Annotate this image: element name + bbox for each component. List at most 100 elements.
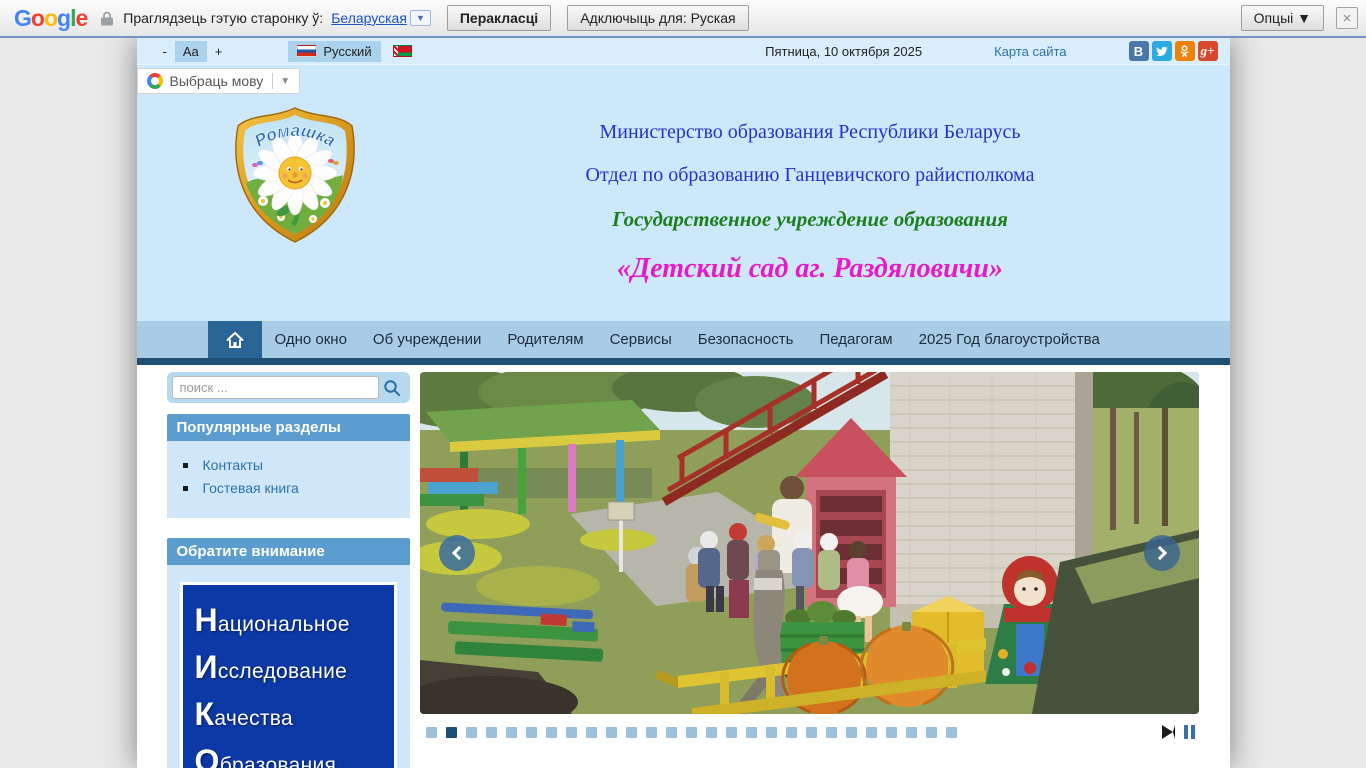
carousel-dot[interactable] xyxy=(765,726,777,738)
carousel-dot[interactable] xyxy=(745,726,757,738)
google-plus-icon[interactable]: g+ xyxy=(1197,41,1218,61)
google-logo: Google xyxy=(14,4,88,31)
page-title: «Детский сад аг. Раздяловичи» xyxy=(617,253,1003,284)
vk-icon[interactable]: B xyxy=(1128,41,1149,61)
carousel-dot[interactable] xyxy=(605,726,617,738)
carousel-dot[interactable] xyxy=(665,726,677,738)
popular-sections-title: Популярные разделы xyxy=(166,414,410,441)
nav-item[interactable]: Одно окно xyxy=(262,321,360,358)
title-ministry: Министерство образования Республики Бела… xyxy=(599,121,1021,143)
nav-item[interactable]: Родителям xyxy=(494,321,596,358)
carousel-dots xyxy=(425,726,957,738)
chevron-left-icon xyxy=(451,545,466,561)
disable-translate-button[interactable]: Адключыць для: Руская xyxy=(567,5,749,31)
search-input[interactable] xyxy=(171,376,379,399)
photo-bench xyxy=(440,602,603,662)
carousel-prev-button[interactable] xyxy=(438,535,475,571)
sidebar-link[interactable]: Гостевая книга xyxy=(203,480,299,496)
niko-banner[interactable]: Национальное Исследование Качества Образова… xyxy=(179,582,397,768)
carousel-dot[interactable] xyxy=(925,726,937,738)
carousel-play-button[interactable] xyxy=(1161,725,1175,739)
chevron-right-icon xyxy=(1152,545,1167,561)
carousel-dot[interactable] xyxy=(505,726,517,738)
chevron-down-icon: ▼ xyxy=(280,75,291,87)
sidebar: Популярные разделы Контакты Гостевая книг… xyxy=(166,372,410,768)
carousel-dot[interactable] xyxy=(525,726,537,738)
site-header: Выбраць мову ▼ Ромашка Министерство обра… xyxy=(136,65,1230,321)
nav-item[interactable]: Безопасность xyxy=(685,321,807,358)
carousel-dot[interactable] xyxy=(645,726,657,738)
twitter-icon[interactable] xyxy=(1151,41,1172,61)
social-icons: Bg+ xyxy=(1128,41,1218,61)
carousel-next-button[interactable] xyxy=(1143,535,1180,571)
carousel-dot[interactable] xyxy=(865,726,877,738)
google-g-icon xyxy=(146,73,163,89)
translate-button[interactable]: Перакласці xyxy=(446,5,552,31)
carousel-dot[interactable] xyxy=(725,726,737,738)
carousel-dot[interactable] xyxy=(485,726,497,738)
popular-sections-box: Популярные разделы Контакты Гостевая книг… xyxy=(166,414,410,518)
carousel-dot[interactable] xyxy=(945,726,957,738)
carousel-pause-button[interactable] xyxy=(1183,725,1188,739)
carousel-dot[interactable] xyxy=(685,726,697,738)
carousel-dot[interactable] xyxy=(905,726,917,738)
carousel-dot[interactable] xyxy=(565,726,577,738)
google-translate-bar: Google Праглядзець гэтую старонку ў: Бел… xyxy=(0,0,1366,38)
font-larger-button[interactable]: + xyxy=(207,41,231,62)
carousel-dot[interactable] xyxy=(545,726,557,738)
lock-icon xyxy=(101,11,114,26)
carousel-dot[interactable] xyxy=(785,726,797,738)
language-dropdown-icon[interactable]: ▼ xyxy=(409,10,431,26)
language-russian-label: Русский xyxy=(323,43,372,59)
search-box xyxy=(166,372,410,403)
language-select-label: Выбраць мову xyxy=(169,73,264,89)
carousel-dot[interactable] xyxy=(425,726,437,738)
nav-item[interactable]: 2025 Год благоустройства xyxy=(906,321,1113,358)
font-reset-button[interactable]: Aa xyxy=(174,40,207,62)
search-button[interactable] xyxy=(379,376,405,399)
carousel-dot[interactable] xyxy=(625,726,637,738)
carousel-dot[interactable] xyxy=(445,726,457,738)
carousel-dot[interactable] xyxy=(465,726,477,738)
attention-box: Обратите внимание Национальное Исследован… xyxy=(166,538,410,768)
popular-links: Контакты Гостевая книга xyxy=(173,457,404,496)
home-icon xyxy=(226,331,243,348)
language-russian-button[interactable]: Русский xyxy=(288,40,381,62)
carousel-dot[interactable] xyxy=(585,726,597,738)
carousel-dot[interactable] xyxy=(805,726,817,738)
nav-divider xyxy=(136,358,1230,365)
nav-item[interactable]: Сервисы xyxy=(597,321,685,358)
main-navigation: Одно окно Об учреждении Родителям Сервисы Бе… xyxy=(136,321,1230,358)
nav-items: Одно окно Об учреждении Родителям Сервисы Бе… xyxy=(262,321,1113,358)
carousel-dot[interactable] xyxy=(885,726,897,738)
list-item: Гостевая книга xyxy=(182,480,404,496)
carousel-dot[interactable] xyxy=(845,726,857,738)
kindergarten-logo: Ромашка xyxy=(234,107,355,243)
translate-prompt: Праглядзець гэтую старонку ў: xyxy=(123,10,324,26)
language-link[interactable]: Беларуская xyxy=(331,10,407,26)
page-container: - Aa + Русский Пятница, 10 октября 2025 … xyxy=(136,38,1230,768)
nav-item[interactable]: Педагогам xyxy=(806,321,905,358)
attention-title: Обратите внимание xyxy=(166,538,410,565)
nav-item[interactable]: Об учреждении xyxy=(360,321,494,358)
site-titles: Министерство образования Республики Бела… xyxy=(361,105,1230,285)
odnoklassniki-icon[interactable] xyxy=(1174,41,1195,61)
russia-flag-icon xyxy=(297,45,317,57)
close-translate-icon[interactable]: × xyxy=(1336,7,1358,29)
bullet-icon xyxy=(182,485,188,491)
carousel-dot[interactable] xyxy=(705,726,717,738)
main-content: Популярные разделы Контакты Гостевая книг… xyxy=(136,365,1230,768)
sitemap-link[interactable]: Карта сайта xyxy=(994,44,1066,59)
sidebar-link[interactable]: Контакты xyxy=(203,457,263,473)
nav-home[interactable] xyxy=(207,321,262,358)
search-icon xyxy=(383,379,400,396)
carousel-photo[interactable] xyxy=(419,372,1199,714)
options-button[interactable]: Опцыі ▼ xyxy=(1240,5,1324,31)
photo-carousel xyxy=(419,372,1199,768)
title-department: Отдел по образованию Ганцевичского райис… xyxy=(585,164,1035,186)
current-date: Пятница, 10 октября 2025 xyxy=(765,43,923,59)
language-select[interactable]: Выбраць мову ▼ xyxy=(136,68,301,94)
font-smaller-button[interactable]: - xyxy=(155,41,175,62)
belarus-flag-icon[interactable] xyxy=(392,45,412,57)
carousel-dot[interactable] xyxy=(825,726,837,738)
